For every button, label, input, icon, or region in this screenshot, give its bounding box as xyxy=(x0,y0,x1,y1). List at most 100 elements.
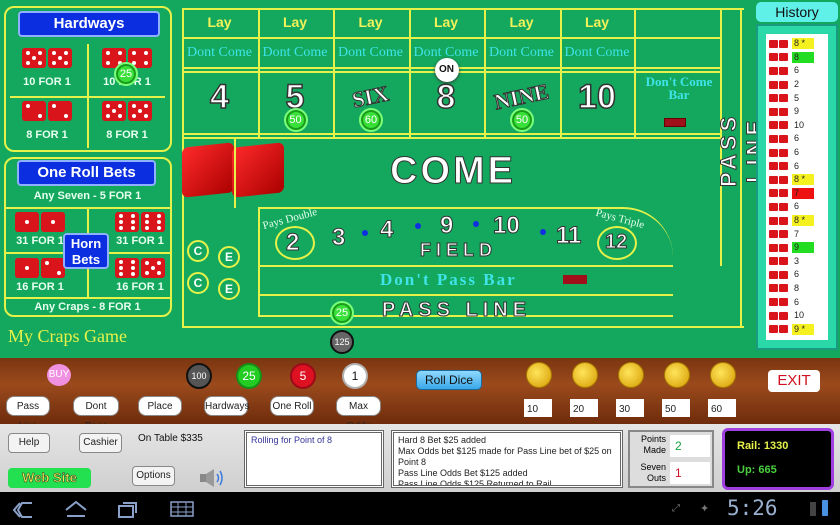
gold-coin-icon[interactable] xyxy=(526,362,552,388)
seven-outs-label: Seven Outs xyxy=(640,462,666,483)
pass-line-chip[interactable]: 25 xyxy=(330,301,354,325)
any-craps-bet[interactable]: Any Craps - 8 FOR 1 xyxy=(10,301,165,313)
place-bet-3[interactable]: 8 xyxy=(409,77,484,117)
points-made-label: Points Made xyxy=(640,434,666,455)
roll-dice-button[interactable]: Roll Dice xyxy=(416,370,482,390)
die-icon xyxy=(769,202,778,211)
hardway-bet[interactable] xyxy=(12,101,82,121)
bet-button-dont-pass[interactable]: Dont Pass xyxy=(73,396,119,432)
history-row: 8 * xyxy=(769,173,828,187)
help-button[interactable]: Help xyxy=(8,433,50,453)
bet-button-max-odds[interactable]: Max Odds xyxy=(336,396,381,432)
die-icon xyxy=(769,311,778,320)
dice-icon xyxy=(664,118,686,127)
history-frame: 8 * 8 6 2 5 9 10 6 6 6 8 * 7 6 8 * 7 9 3 6 8 6 10 9 * xyxy=(756,24,838,350)
dont-come-bar[interactable]: Don't Come Bar xyxy=(640,75,718,101)
home-icon[interactable] xyxy=(64,500,88,523)
bet-button-one-roll[interactable]: One Roll xyxy=(270,396,314,416)
place-chip[interactable]: 50 xyxy=(510,108,534,132)
cashier-button[interactable]: Cashier xyxy=(79,433,122,453)
gold-coin-icon[interactable] xyxy=(618,362,644,388)
back-icon[interactable] xyxy=(12,502,34,523)
die-icon xyxy=(769,257,778,266)
hardway-bet[interactable] xyxy=(92,101,162,121)
die-icon xyxy=(769,107,778,116)
lay-bet-4[interactable]: Lay xyxy=(484,14,559,30)
gold-coin-icon[interactable] xyxy=(572,362,598,388)
odds-chip[interactable]: 125 xyxy=(330,330,354,354)
dont-come-bet-4[interactable]: Dont Come xyxy=(484,45,559,61)
coin-value-box[interactable]: 30 xyxy=(616,399,644,417)
dont-pass-bar[interactable]: Don't Pass Bar xyxy=(380,270,517,290)
place-chip[interactable]: 60 xyxy=(359,108,383,132)
dont-come-bet-0[interactable]: Dont Come xyxy=(182,45,257,61)
coin-value-box[interactable]: 50 xyxy=(662,399,690,417)
gold-coin-icon[interactable] xyxy=(710,362,736,388)
buy-chip[interactable]: BUY xyxy=(47,364,71,386)
exit-button[interactable]: EXIT xyxy=(768,370,820,392)
chip-25[interactable]: 25 xyxy=(236,363,262,389)
chip-1[interactable]: 1 xyxy=(342,363,368,389)
hardway-bet[interactable] xyxy=(12,48,82,68)
die-icon xyxy=(779,216,788,225)
lay-bet-1[interactable]: Lay xyxy=(258,14,333,30)
log-line: Hard 8 Bet $25 added xyxy=(398,435,487,445)
dont-come-bet-2[interactable]: Dont Come xyxy=(333,45,408,61)
lay-bet-0[interactable]: Lay xyxy=(182,14,257,30)
pass-line[interactable]: PASS LINE xyxy=(381,299,531,322)
payout-label: 16 FOR 1 xyxy=(16,281,64,293)
history-row: 7 xyxy=(769,187,828,201)
lay-bet-3[interactable]: Lay xyxy=(409,14,484,30)
gold-coin-icon[interactable] xyxy=(664,362,690,388)
options-button[interactable]: Options xyxy=(132,466,175,486)
history-row: 6 xyxy=(769,132,828,146)
pass-line-vertical[interactable]: PASS LINE xyxy=(716,80,768,220)
craps-bet-c[interactable]: C xyxy=(187,240,209,262)
fullscreen-icon[interactable]: ⤢ xyxy=(672,503,680,514)
die-icon xyxy=(769,39,778,48)
die-icon xyxy=(779,230,788,239)
bet-button-hardways[interactable]: Hardways xyxy=(204,396,249,416)
bet-chip[interactable]: 25 xyxy=(114,62,138,86)
die-icon xyxy=(769,216,778,225)
speaker-icon[interactable] xyxy=(198,468,224,488)
roll-value: 6 xyxy=(794,133,800,144)
roll-value: 9 xyxy=(792,242,814,254)
coin-value-box[interactable]: 20 xyxy=(570,399,598,417)
any-seven-bet[interactable]: Any Seven - 5 FOR 1 xyxy=(10,190,165,202)
chip-100[interactable]: 100 xyxy=(186,363,212,389)
eleven-bet-e[interactable]: E xyxy=(218,278,240,300)
dont-come-bet-5[interactable]: Dont Come xyxy=(560,45,635,61)
one-roll-bet[interactable] xyxy=(105,212,175,232)
horn-bets[interactable]: Horn Bets xyxy=(63,233,109,269)
place-bet-5[interactable]: 10 xyxy=(560,77,635,117)
field-number-10: 10 xyxy=(493,212,521,240)
coin-value-box[interactable]: 10 xyxy=(524,399,552,417)
dont-come-bet-1[interactable]: Dont Come xyxy=(258,45,333,61)
come-area[interactable]: COME xyxy=(390,150,516,193)
chip-5[interactable]: 5 xyxy=(290,363,316,389)
die-icon xyxy=(779,202,788,211)
app-grid-icon[interactable] xyxy=(170,501,194,522)
roll-value: 6 xyxy=(794,296,800,307)
one-roll-bet[interactable] xyxy=(5,212,75,232)
payout-label: 16 FOR 1 xyxy=(116,281,164,293)
place-chip[interactable]: 50 xyxy=(283,108,308,132)
bet-button-pass-line[interactable]: Pass Line xyxy=(6,396,50,432)
field-number-2: 2 xyxy=(285,229,300,257)
website-button[interactable]: Web Site xyxy=(8,468,91,488)
recent-apps-icon[interactable] xyxy=(117,500,139,523)
one-roll-bet[interactable] xyxy=(105,258,175,278)
place-bet-0[interactable]: 4 xyxy=(182,77,257,117)
history-list[interactable]: 8 * 8 6 2 5 9 10 6 6 6 8 * 7 6 8 * 7 9 3 6 8 6 10 9 * xyxy=(766,34,828,340)
lay-bet-2[interactable]: Lay xyxy=(333,14,408,30)
bet-button-place[interactable]: Place xyxy=(138,396,182,416)
coin-value-box[interactable]: 60 xyxy=(708,399,736,417)
die-face-6-icon xyxy=(115,212,139,232)
field-number-4: 4 xyxy=(379,216,394,244)
die-icon xyxy=(779,94,788,103)
history-row: 2 xyxy=(769,78,828,92)
eleven-bet-e[interactable]: E xyxy=(218,246,240,268)
craps-bet-c[interactable]: C xyxy=(187,272,209,294)
lay-bet-5[interactable]: Lay xyxy=(560,14,635,30)
